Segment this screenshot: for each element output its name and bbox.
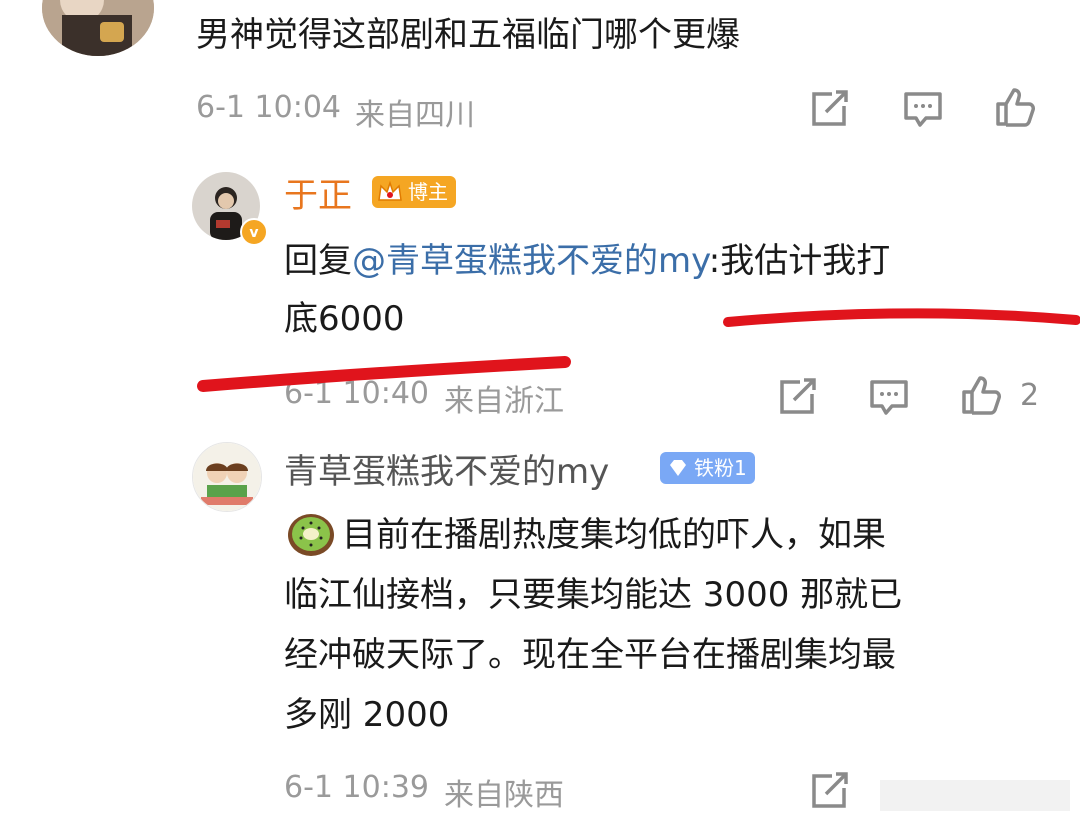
- repost-icon[interactable]: [808, 88, 850, 130]
- host-username[interactable]: 于正: [284, 168, 352, 217]
- red-underline-right: [723, 308, 1080, 327]
- fan-badge[interactable]: 铁粉1: [660, 452, 755, 484]
- host-reply-line1: 回复@青草蛋糕我不爱的my:我估计我打: [284, 232, 890, 290]
- svg-text:v: v: [249, 225, 258, 241]
- fan-reply-line3: 经冲破天际了。现在全平台在播剧集均最: [284, 635, 896, 675]
- top-comment-text: 男神觉得这部剧和五福临门哪个更爆: [196, 15, 740, 55]
- avatar-top-commenter[interactable]: [42, 0, 154, 56]
- host-badge-label: 博主: [408, 180, 448, 204]
- top-comment-location: 来自四川: [355, 98, 475, 133]
- watermark-overlay: [880, 780, 1070, 811]
- verified-icon: v: [240, 218, 268, 246]
- like-icon[interactable]: [994, 86, 1036, 128]
- host-badge[interactable]: 博主: [372, 176, 456, 208]
- fan-reply-line1: 目前在播剧热度集均低的吓人，如果: [342, 515, 886, 555]
- fan-reply-line4: 多刚 2000: [284, 695, 450, 735]
- crown-icon: [376, 178, 404, 206]
- diamond-icon: [666, 456, 690, 480]
- host-repost-icon[interactable]: [776, 376, 818, 418]
- fan-username[interactable]: 青草蛋糕我不爱的my: [284, 444, 609, 493]
- fan-reply-time: 6-1 10:39: [284, 770, 429, 805]
- red-underline-left: [197, 356, 571, 392]
- fan-reply-line2: 临江仙接档，只要集均能达 3000 那就已: [284, 575, 903, 615]
- avatar-fan[interactable]: [192, 442, 262, 512]
- host-reply-text1: :我估计我打: [708, 241, 891, 281]
- fan-badge-label: 铁粉1: [694, 456, 747, 480]
- host-like-icon[interactable]: [960, 374, 1002, 416]
- reply-prefix: 回复: [284, 241, 352, 281]
- top-comment-time: 6-1 10:04: [196, 90, 341, 125]
- fan-repost-icon[interactable]: [808, 770, 850, 812]
- kiwi-emoji-icon: [286, 510, 336, 560]
- fan-reply-location: 来自陕西: [444, 778, 564, 813]
- host-comment-icon[interactable]: [868, 376, 910, 418]
- host-like-count: 2: [1020, 378, 1040, 413]
- host-reply-line2: 底6000: [284, 299, 405, 339]
- comment-icon[interactable]: [902, 88, 944, 130]
- mention-link[interactable]: @青草蛋糕我不爱的my: [352, 241, 709, 281]
